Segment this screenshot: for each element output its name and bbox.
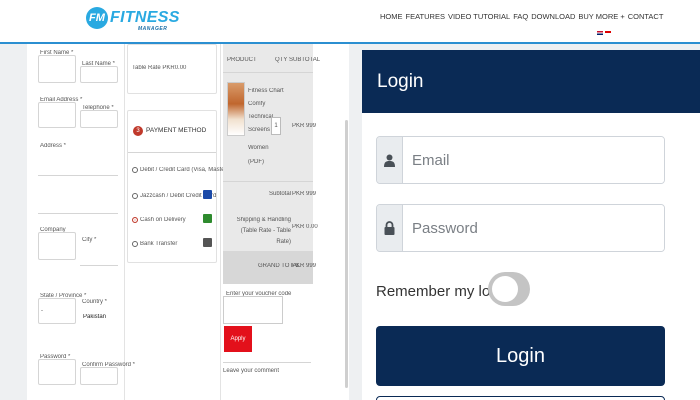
logo-subtext: MANAGER	[138, 26, 168, 32]
product-image[interactable]	[227, 82, 245, 136]
payment-method-title: PAYMENT METHOD	[146, 127, 207, 134]
column-divider	[124, 44, 125, 400]
address-line[interactable]	[38, 175, 118, 176]
column-divider	[220, 44, 221, 400]
voucher-input[interactable]	[223, 296, 283, 324]
nav-video-tutorial[interactable]: VIDEO TUTORIAL	[448, 12, 510, 21]
payment-radio[interactable]	[132, 167, 138, 173]
password-input-group	[376, 204, 665, 252]
product-line: (PDF)	[248, 159, 264, 165]
login-modal: Login Remember my login Login	[362, 50, 700, 400]
login-title: Login	[377, 71, 424, 92]
summary-header-subtotal: SUBTOTAL	[289, 57, 321, 63]
nav-download[interactable]: DOWNLOAD	[531, 12, 575, 21]
payment-option-label: Debit / Credit Card (Visa, Master)	[140, 167, 229, 173]
nav-home[interactable]: HOME	[380, 12, 403, 21]
payment-radio[interactable]	[132, 241, 138, 247]
shipping-value: PKR 0.00	[292, 224, 318, 230]
comment-label: Leave your comment	[223, 368, 280, 374]
login-header: Login	[362, 50, 700, 113]
site-header: FM FITNESS MANAGER HOME FEATURES VIDEO T…	[0, 0, 700, 44]
main-nav: HOME FEATURES VIDEO TUTORIAL FAQ DOWNLOA…	[380, 12, 663, 21]
nav-features[interactable]: FEATURES	[406, 12, 445, 21]
address-label: Address *	[40, 143, 67, 149]
user-icon	[377, 137, 403, 183]
summary-divider	[223, 181, 313, 182]
country-value[interactable]: Pakistan	[83, 314, 106, 320]
apply-voucher-button[interactable]: Apply	[224, 326, 252, 352]
logo-badge: FM	[86, 7, 108, 29]
grand-total-value: PKR 999	[292, 263, 317, 269]
country-label: Country *	[82, 299, 108, 305]
site-logo[interactable]: FM FITNESS MANAGER	[86, 6, 180, 32]
confirm-password-field[interactable]	[80, 367, 118, 385]
logo-text: FITNESS	[110, 9, 180, 26]
payment-option-label: Cash on Delivery	[140, 217, 186, 223]
nav-faq[interactable]: FAQ	[513, 12, 528, 21]
nav-buy-more[interactable]: BUY MORE +	[578, 12, 624, 21]
divider	[128, 152, 216, 153]
shipping-card: Table Rate PKR0.00	[127, 44, 217, 94]
bank-icon	[203, 238, 212, 247]
subtotal-value: PKR 999	[292, 191, 317, 197]
login-button[interactable]: Login	[376, 326, 665, 386]
remember-login-toggle[interactable]	[488, 272, 530, 306]
table-rate-option[interactable]: Table Rate PKR0.00	[132, 65, 186, 71]
state-select[interactable]	[38, 298, 76, 324]
summary-divider	[223, 72, 313, 73]
payment-method-card: 3 PAYMENT METHOD Debit / Credit Card (Vi…	[127, 110, 229, 263]
email-input-group	[376, 136, 665, 184]
summary-header-product: PRODUCT	[227, 57, 257, 63]
state-value: -	[41, 308, 43, 314]
quantity-stepper[interactable]: 1	[271, 117, 281, 135]
summary-header-qty: QTY	[275, 57, 288, 63]
password-field[interactable]	[38, 359, 76, 385]
product-price: PKR 999	[292, 123, 317, 129]
flag-id-icon[interactable]	[605, 31, 611, 35]
lock-icon	[377, 205, 403, 251]
step-number: 3	[133, 126, 143, 136]
product-line: Comfy	[248, 101, 266, 107]
card-icon	[203, 190, 212, 199]
product-line: Women	[248, 145, 269, 151]
telephone-field[interactable]	[80, 110, 118, 128]
order-summary: PRODUCT QTY SUBTOTAL Fitness Chart Comfy…	[223, 44, 320, 284]
nav-contact[interactable]: CONTACT	[628, 12, 664, 21]
cash-icon	[203, 214, 212, 223]
shipping-label: Shipping & Handling (Table Rate - Table …	[236, 217, 291, 245]
product-line: Technical	[248, 114, 274, 120]
payment-option-label: Bank Transfer	[140, 241, 178, 247]
grand-total-row: GRAND TOTAL PKR 999	[223, 251, 317, 284]
email-input[interactable]	[403, 137, 664, 183]
divider	[223, 362, 311, 363]
scroll-bar[interactable]	[345, 120, 348, 388]
product-line: Fitness Chart	[248, 88, 284, 94]
flag-en-icon[interactable]	[597, 31, 603, 35]
city-label: City *	[82, 237, 97, 243]
language-flags	[597, 31, 611, 35]
last-name-field[interactable]	[80, 66, 118, 83]
subtotal-label: Subtotal	[269, 191, 292, 197]
password-input[interactable]	[403, 205, 664, 251]
first-name-field[interactable]	[38, 55, 76, 83]
email-address-field[interactable]	[38, 102, 76, 128]
company-field[interactable]	[38, 232, 76, 260]
payment-radio[interactable]	[132, 193, 138, 199]
secondary-button[interactable]	[376, 396, 665, 400]
payment-radio-selected[interactable]	[132, 217, 138, 223]
toggle-knob	[492, 276, 518, 302]
city-field[interactable]	[80, 265, 118, 266]
address-line[interactable]	[38, 213, 118, 214]
